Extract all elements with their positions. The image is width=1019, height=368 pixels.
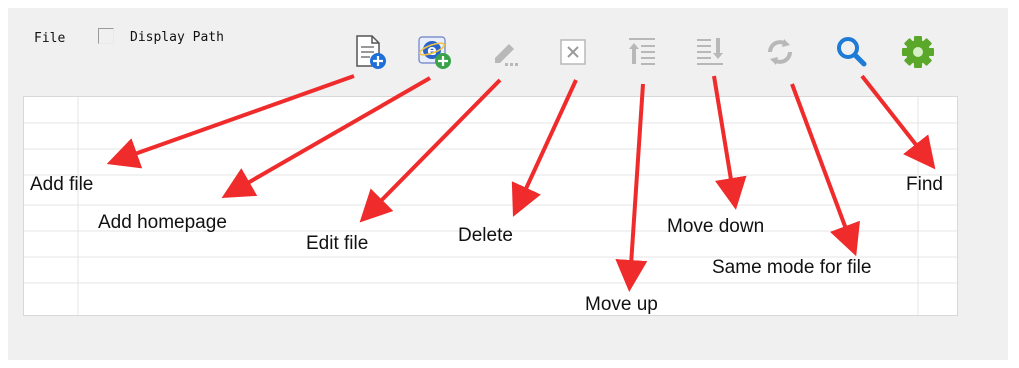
label-same-mode: Same mode for file bbox=[712, 257, 872, 278]
arrow-same-mode bbox=[790, 83, 861, 257]
arrow-move-up bbox=[615, 83, 648, 292]
label-find: Find bbox=[906, 174, 943, 195]
label-edit-file: Edit file bbox=[306, 233, 369, 254]
label-add-homepage: Add homepage bbox=[98, 212, 227, 233]
arrow-move-down bbox=[712, 75, 747, 210]
label-move-down: Move down bbox=[667, 216, 765, 237]
arrow-add-file bbox=[106, 74, 355, 169]
arrow-find bbox=[860, 74, 936, 170]
label-delete: Delete bbox=[458, 225, 513, 246]
arrow-delete bbox=[511, 79, 578, 217]
annotation-arrows bbox=[106, 74, 936, 292]
arrow-add-homepage bbox=[221, 76, 431, 198]
label-move-up: Move up bbox=[585, 294, 658, 315]
label-add-file: Add file bbox=[30, 174, 94, 195]
